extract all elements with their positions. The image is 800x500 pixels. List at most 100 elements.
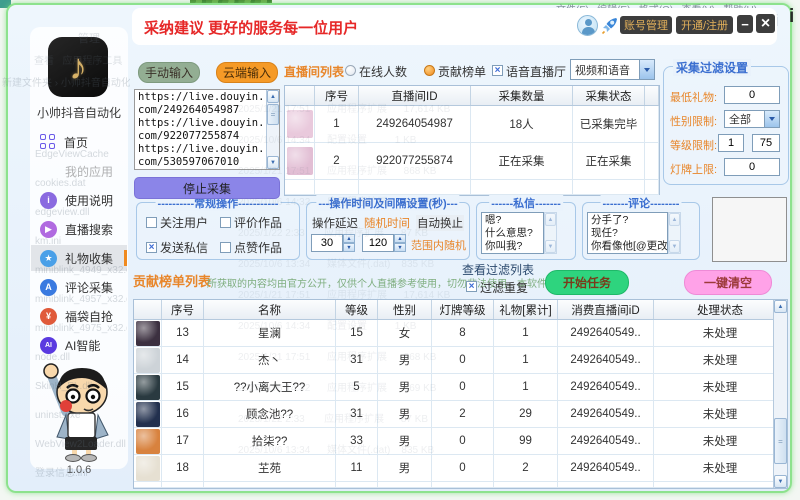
empty-cell: [494, 482, 558, 487]
comment-textarea[interactable]: 分手了? 现任? 你看像他[@更改为你: [587, 212, 668, 254]
rank-row[interactable]: 16顾念池??31男2292492640549..未处理: [134, 401, 787, 428]
sidebar-item[interactable]: ¥福袋自抢: [31, 303, 127, 329]
gender-select[interactable]: 全部: [724, 110, 780, 128]
empty-cell: [336, 482, 378, 487]
radio-contribution-rank[interactable]: [424, 65, 435, 76]
ranking-scrollbar[interactable]: ▲ = ▼: [773, 300, 787, 488]
operation-label: 评价作品: [234, 214, 282, 231]
clear-all-button[interactable]: 一键清空: [684, 270, 772, 295]
scroll-up-icon[interactable]: ▲: [267, 90, 279, 103]
register-button[interactable]: 开通/注册: [676, 16, 733, 34]
chevron-down-icon[interactable]: [764, 111, 779, 127]
rank-cell: 18: [162, 455, 204, 481]
min-gift-input[interactable]: [724, 86, 780, 104]
rocket-icon[interactable]: [600, 15, 620, 35]
room-cell: 正在采集: [573, 143, 645, 179]
manual-input-button[interactable]: 手动输入: [138, 62, 200, 83]
scroll-up-icon[interactable]: ▲: [774, 300, 787, 313]
checkbox-voice-room[interactable]: ×: [492, 65, 503, 76]
rank-cell: 2: [432, 401, 494, 427]
url-scrollbar[interactable]: ▲ = ▼: [266, 90, 279, 169]
operation-option[interactable]: 评价作品: [220, 214, 294, 231]
room-table: 序号直播间ID采集数量采集状态124926405498718人已采集完毕2922…: [284, 85, 660, 196]
avatar-cell: [134, 455, 162, 481]
pm-textarea[interactable]: 嗯? 什么意思? 你叫我?: [481, 212, 544, 254]
rank-row[interactable]: 14杰丶31男012492640549..未处理: [134, 347, 787, 374]
checkbox-dedupe[interactable]: ×: [466, 281, 477, 292]
sidebar-item-label: AI智能: [65, 337, 100, 354]
rank-cell: 15: [336, 320, 378, 346]
level-min-input[interactable]: [718, 134, 744, 152]
level-max-input[interactable]: [752, 134, 780, 152]
empty-cell: [558, 482, 654, 487]
random-time-label[interactable]: 随机时间: [364, 215, 410, 231]
auto-switch-label[interactable]: 自动换止: [416, 215, 464, 231]
rank-cell: 男: [378, 455, 432, 481]
guide-icon: i: [40, 192, 57, 209]
scroll-thumb[interactable]: =: [267, 104, 279, 125]
operation-option[interactable]: ×发送私信: [146, 239, 220, 256]
empty-row: [134, 482, 787, 488]
rank-cell: 星澜: [204, 320, 336, 346]
rank-row[interactable]: 17拾柒??33男0992492640549..未处理: [134, 428, 787, 455]
sidebar-item[interactable]: ★礼物收集: [31, 245, 127, 271]
checkbox-voice-label[interactable]: 语音直播厅: [506, 63, 566, 80]
checkbox-unchecked[interactable]: [146, 217, 157, 228]
sidebar-item[interactable]: i使用说明: [31, 187, 127, 213]
user-avatar-icon[interactable]: [577, 15, 598, 36]
radio-online-count[interactable]: [345, 65, 356, 76]
rank-cell: 2492640549..: [558, 428, 654, 454]
room-row[interactable]: 2922077255874正在采集正在采集: [285, 143, 659, 180]
live-search-icon: ▶: [40, 221, 57, 238]
scroll-down-icon[interactable]: ▼: [774, 475, 787, 488]
rank-list-label: 贡献榜单列表: [133, 271, 211, 290]
operation-option[interactable]: 关注用户: [146, 214, 220, 231]
operation-option[interactable]: 点赞作品: [220, 239, 294, 256]
view-filter-link[interactable]: 查看过滤列表: [462, 261, 534, 278]
delay-label: 操作延迟: [312, 215, 358, 231]
timing-title: ---操作时间及间隔设置(秒)---: [316, 195, 459, 211]
account-manage-button[interactable]: 账号管理: [620, 16, 672, 34]
sidebar-item[interactable]: A评论采集: [31, 274, 127, 300]
rank-row[interactable]: 18芏苑11男022492640549..未处理: [134, 455, 787, 482]
start-task-button[interactable]: 开始任务: [545, 270, 629, 295]
radio-online-label[interactable]: 在线人数: [359, 63, 407, 80]
minimize-button[interactable]: −: [737, 15, 753, 33]
sidebar-item[interactable]: 我的应用: [31, 158, 127, 184]
stop-collect-button[interactable]: 停止采集: [134, 177, 280, 199]
stepper-down-icon[interactable]: ▼: [394, 243, 406, 252]
rank-row[interactable]: 13星澜15女812492640549..未处理: [134, 320, 787, 347]
badge-limit-input[interactable]: [724, 158, 780, 176]
radio-rank-label[interactable]: 贡献榜单: [438, 63, 486, 80]
stepper-up-icon[interactable]: ▲: [343, 234, 355, 243]
empty-cell: [432, 482, 494, 487]
cloud-input-button[interactable]: 云端输入: [216, 62, 278, 83]
close-button[interactable]: ×: [756, 14, 775, 33]
checkbox-unchecked[interactable]: [220, 242, 231, 253]
rank-row[interactable]: 15??小离大王??5男012492640549..未处理: [134, 374, 787, 401]
rank-cell: 未处理: [654, 320, 787, 346]
stepper-down-icon[interactable]: ▼: [343, 243, 355, 252]
app-logo: ♪: [48, 37, 108, 97]
checkbox-checked[interactable]: ×: [146, 242, 157, 253]
sidebar-item[interactable]: AIAI智能: [31, 332, 127, 358]
room-url-input[interactable]: https://live.douyin.com/249264054987 htt…: [134, 89, 280, 170]
delay-max-input[interactable]: [362, 234, 394, 252]
sidebar-item[interactable]: ▶直播搜索: [31, 216, 127, 242]
checkbox-unchecked[interactable]: [220, 217, 231, 228]
scroll-thumb[interactable]: =: [774, 418, 787, 464]
header-cell: [645, 86, 659, 105]
delay-max-stepper[interactable]: ▲▼: [394, 234, 406, 252]
delay-min-stepper[interactable]: ▲▼: [343, 234, 355, 252]
scroll-down-icon[interactable]: ▼: [267, 156, 279, 169]
room-row[interactable]: 124926405498718人已采集完毕: [285, 106, 659, 143]
chevron-down-icon[interactable]: [639, 60, 654, 79]
level-limit-label: 等级限制:: [670, 137, 717, 153]
dedupe-label[interactable]: 过滤重复: [480, 279, 528, 296]
rank-cell: 99: [494, 428, 558, 454]
sidebar-item[interactable]: 首页: [31, 129, 127, 155]
stepper-up-icon[interactable]: ▲: [394, 234, 406, 243]
media-type-select[interactable]: 视频和语音: [570, 59, 655, 80]
delay-min-input[interactable]: [311, 234, 343, 252]
empty-cell: [162, 482, 204, 487]
